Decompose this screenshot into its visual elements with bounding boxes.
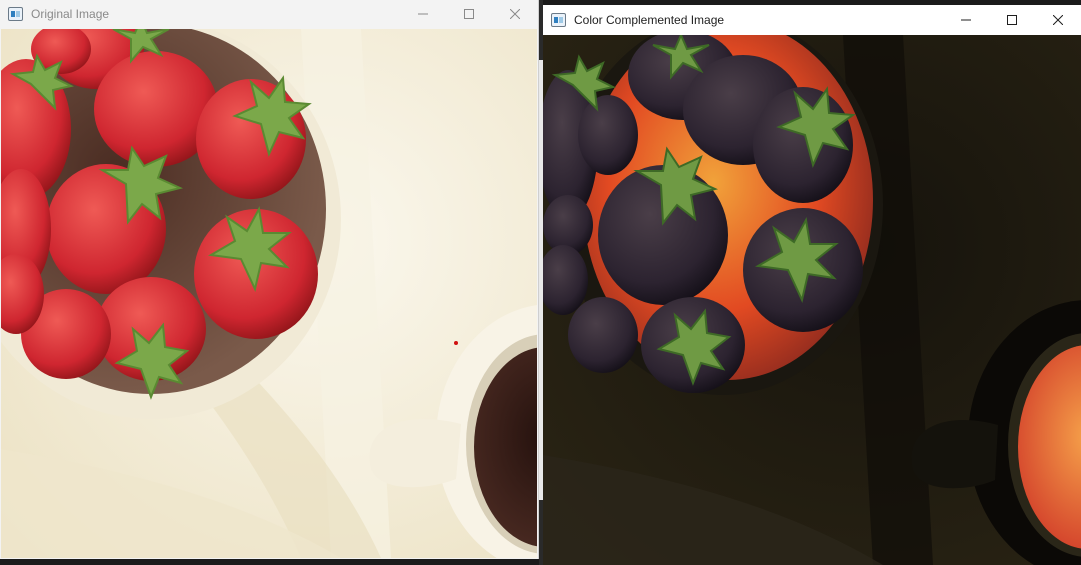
app-window-icon xyxy=(551,12,566,27)
original-image-canvas xyxy=(1,29,537,558)
complemented-strawberries-photo xyxy=(543,35,1081,565)
maximize-button[interactable] xyxy=(989,5,1035,34)
complement-title-bar[interactable]: Color Complemented Image xyxy=(543,5,1081,34)
close-button[interactable] xyxy=(1035,5,1081,34)
window-title: Original Image xyxy=(31,6,110,21)
close-button[interactable] xyxy=(492,0,538,27)
window-title: Color Complemented Image xyxy=(574,12,725,27)
close-icon xyxy=(510,8,520,19)
minimize-icon xyxy=(961,19,971,20)
minimize-icon xyxy=(418,13,428,14)
app-window-icon xyxy=(8,6,23,21)
complemented-image-window[interactable]: Color Complemented Image xyxy=(543,5,1081,565)
maximize-icon xyxy=(1007,14,1017,25)
minimize-button[interactable] xyxy=(943,5,989,34)
minimize-button[interactable] xyxy=(400,0,446,27)
maximize-button[interactable] xyxy=(446,0,492,27)
original-title-bar[interactable]: Original Image xyxy=(0,0,538,27)
maximize-icon xyxy=(464,8,474,19)
close-icon xyxy=(1053,14,1063,25)
complemented-image-canvas xyxy=(543,35,1081,565)
original-image-window[interactable]: Original Image xyxy=(0,0,539,559)
strawberries-photo xyxy=(1,29,537,558)
